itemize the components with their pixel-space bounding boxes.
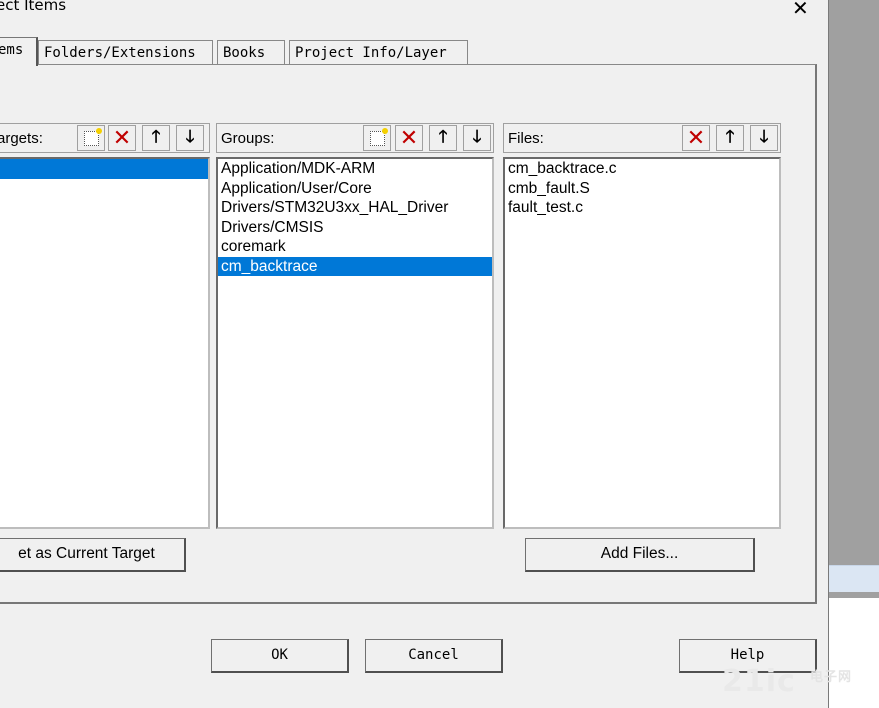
- list-item[interactable]: cmb_fault.S: [505, 179, 779, 199]
- watermark-logo: 21ic 电子网: [722, 664, 851, 699]
- tab-folders-extensions[interactable]: Folders/Extensions: [38, 40, 213, 64]
- new-group-button[interactable]: [363, 125, 391, 151]
- new-icon: [83, 127, 102, 146]
- delete-icon: ✕: [112, 125, 132, 151]
- files-label: Files:: [508, 130, 544, 147]
- move-file-up-button[interactable]: 🡑: [716, 125, 744, 151]
- arrow-up-icon: 🡑: [438, 126, 448, 147]
- delete-icon: ✕: [686, 125, 706, 151]
- files-header: Files: ✕ 🡑 🡓: [503, 123, 781, 153]
- ok-button[interactable]: OK: [211, 639, 349, 673]
- manage-project-items-dialog: ect Items ✕ ems Folders/Extensions Books…: [0, 0, 829, 708]
- targets-header: argets: ✕ 🡑 🡓: [0, 123, 210, 153]
- add-files-button[interactable]: Add Files...: [525, 538, 755, 572]
- tab-project-items[interactable]: ems: [0, 37, 38, 66]
- list-item[interactable]: cm_backtrace.c: [505, 159, 779, 179]
- new-target-button[interactable]: [77, 125, 105, 151]
- groups-header: Groups: ✕ 🡑 🡓: [216, 123, 494, 153]
- background-window: [828, 0, 879, 708]
- watermark-cn: 电子网: [810, 670, 853, 685]
- tab-project-info-layer[interactable]: Project Info/Layer: [289, 40, 468, 64]
- close-icon[interactable]: ✕: [792, 0, 809, 20]
- list-item[interactable]: Application/User/Core: [218, 179, 492, 199]
- files-list[interactable]: cm_backtrace.c cmb_fault.S fault_test.c: [503, 157, 781, 529]
- background-window-pane: [828, 598, 879, 708]
- new-icon: [369, 127, 388, 146]
- move-target-down-button[interactable]: 🡓: [176, 125, 204, 151]
- move-target-up-button[interactable]: 🡑: [142, 125, 170, 151]
- watermark-main: 21ic: [722, 664, 796, 699]
- list-item[interactable]: [0, 159, 208, 179]
- list-item[interactable]: fault_test.c: [505, 198, 779, 218]
- list-item[interactable]: Application/MDK-ARM: [218, 159, 492, 179]
- arrow-up-icon: 🡑: [151, 126, 161, 147]
- background-window-strip: [828, 565, 879, 592]
- arrow-down-icon: 🡓: [759, 126, 769, 147]
- groups-list[interactable]: Application/MDK-ARM Application/User/Cor…: [216, 157, 494, 529]
- cancel-button[interactable]: Cancel: [365, 639, 503, 673]
- delete-file-button[interactable]: ✕: [682, 125, 710, 151]
- list-item-selected[interactable]: cm_backtrace: [218, 256, 492, 276]
- arrow-down-icon: 🡓: [185, 126, 195, 147]
- move-group-up-button[interactable]: 🡑: [429, 125, 457, 151]
- set-as-current-target-button[interactable]: et as Current Target: [0, 538, 186, 572]
- move-group-down-button[interactable]: 🡓: [463, 125, 491, 151]
- tab-books[interactable]: Books: [217, 40, 285, 64]
- move-file-down-button[interactable]: 🡓: [750, 125, 778, 151]
- targets-label: argets:: [0, 130, 43, 147]
- list-item[interactable]: Drivers/CMSIS: [218, 218, 492, 238]
- list-item[interactable]: Drivers/STM32U3xx_HAL_Driver: [218, 198, 492, 218]
- arrow-up-icon: 🡑: [725, 126, 735, 147]
- list-item[interactable]: coremark: [218, 237, 492, 257]
- targets-list[interactable]: [0, 157, 210, 529]
- dialog-title: ect Items: [0, 0, 67, 14]
- delete-target-button[interactable]: ✕: [108, 125, 136, 151]
- groups-label: Groups:: [221, 130, 275, 147]
- delete-icon: ✕: [399, 125, 419, 151]
- delete-group-button[interactable]: ✕: [395, 125, 423, 151]
- arrow-down-icon: 🡓: [472, 126, 482, 147]
